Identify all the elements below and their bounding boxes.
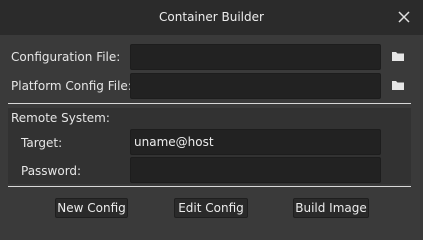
folder-icon — [392, 81, 404, 90]
password-input[interactable] — [130, 157, 381, 183]
edit-config-button[interactable]: Edit Config — [174, 198, 248, 218]
platform-config-label: Platform Config File: — [11, 79, 132, 93]
password-label: Password: — [21, 164, 82, 178]
target-label: Target: — [21, 136, 63, 150]
separator — [8, 103, 411, 104]
platform-browse-button[interactable] — [389, 76, 407, 94]
window-title: Container Builder — [159, 10, 264, 24]
target-input[interactable]: uname@host — [130, 129, 381, 155]
config-file-input[interactable] — [130, 44, 381, 70]
build-image-button[interactable]: Build Image — [293, 198, 369, 218]
config-browse-button[interactable] — [389, 47, 407, 65]
config-file-label: Configuration File: — [11, 50, 121, 64]
remote-system-title: Remote System: — [11, 111, 110, 125]
separator — [8, 186, 411, 187]
new-config-button[interactable]: New Config — [55, 198, 128, 218]
folder-icon — [392, 52, 404, 61]
platform-config-input[interactable] — [130, 73, 381, 99]
close-icon[interactable] — [397, 10, 411, 24]
